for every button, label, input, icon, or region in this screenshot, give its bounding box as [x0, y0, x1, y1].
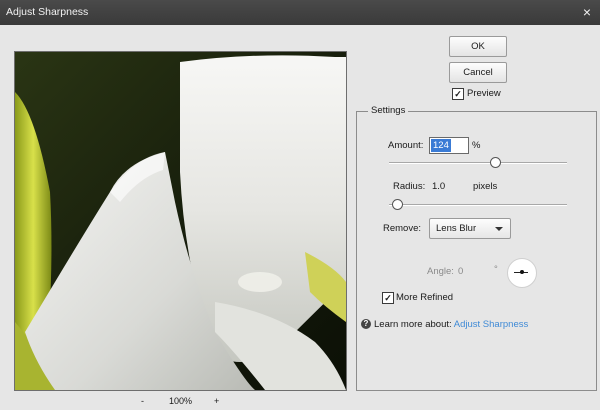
remove-dropdown[interactable]: Lens Blur: [429, 218, 511, 239]
window-title: Adjust Sharpness: [6, 6, 89, 18]
angle-unit: °: [494, 264, 498, 275]
title-bar: Adjust Sharpness ×: [0, 0, 600, 25]
angle-value[interactable]: 0: [458, 266, 463, 277]
cancel-button[interactable]: Cancel: [449, 62, 507, 83]
help-icon[interactable]: ?: [361, 319, 371, 329]
radius-value[interactable]: 1.0: [432, 181, 445, 192]
settings-legend: Settings: [368, 105, 409, 116]
flower-photo: [15, 52, 346, 390]
learn-more-prefix: Learn more about:: [374, 319, 452, 330]
angle-label: Angle:: [427, 266, 454, 277]
more-refined-label: More Refined: [396, 292, 454, 303]
learn-more-link[interactable]: Adjust Sharpness: [454, 319, 528, 330]
remove-selected: Lens Blur: [436, 223, 477, 234]
angle-dial-center: [520, 270, 524, 274]
checkmark-icon: ✓: [454, 89, 462, 99]
amount-label: Amount:: [388, 140, 424, 151]
learn-more-text: Learn more about: Adjust Sharpness: [374, 319, 528, 330]
preview-checkbox[interactable]: ✓: [452, 88, 464, 100]
amount-value: 124: [431, 139, 451, 152]
zoom-controls: - 100% +: [0, 396, 360, 410]
remove-label: Remove:: [383, 223, 422, 234]
preview-label: Preview: [467, 88, 501, 99]
angle-dial-icon[interactable]: [507, 258, 537, 288]
amount-slider-track[interactable]: [389, 162, 567, 164]
radius-unit: pixels: [473, 181, 498, 192]
checkmark-icon: ✓: [384, 293, 392, 303]
amount-input[interactable]: 124: [429, 137, 469, 154]
preview-image[interactable]: [14, 51, 347, 391]
radius-label: Radius:: [393, 181, 426, 192]
close-icon[interactable]: ×: [574, 0, 600, 25]
radius-slider-track[interactable]: [389, 204, 567, 206]
more-refined-checkbox[interactable]: ✓: [382, 292, 394, 304]
ok-button[interactable]: OK: [449, 36, 507, 57]
dropdown-arrow-icon: [495, 227, 503, 231]
amount-unit: %: [472, 140, 481, 151]
zoom-level: 100%: [169, 396, 193, 406]
zoom-out-button[interactable]: -: [141, 396, 144, 406]
zoom-in-button[interactable]: +: [214, 396, 219, 406]
settings-group: [356, 111, 597, 391]
